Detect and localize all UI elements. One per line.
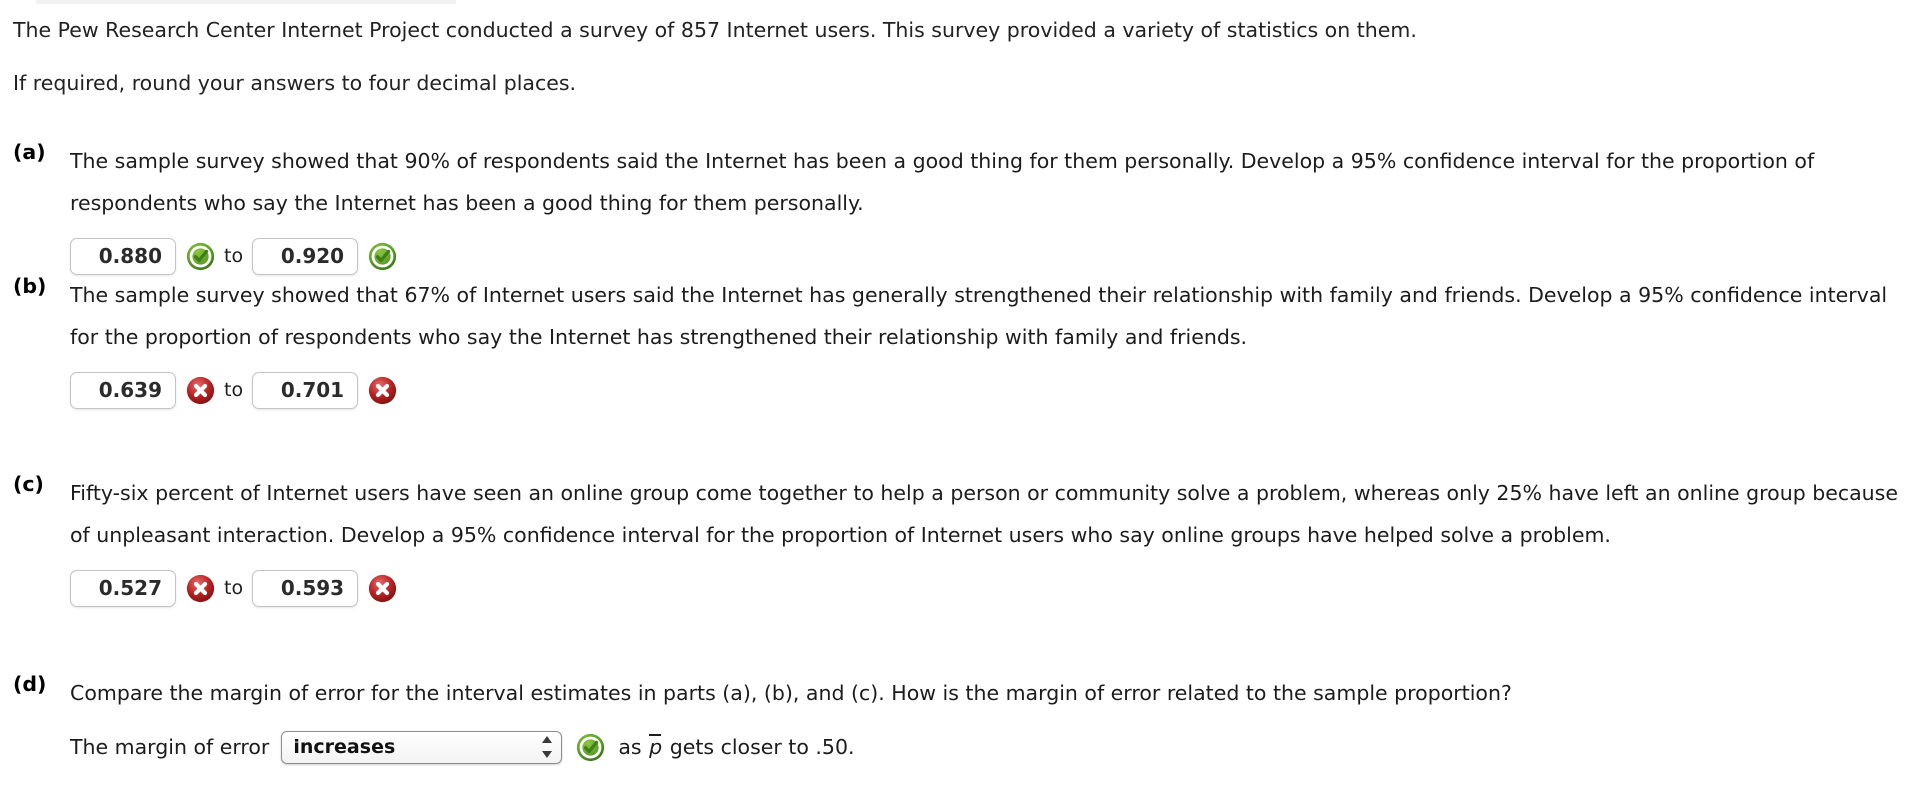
- stepper-arrows-icon[interactable]: [541, 736, 552, 758]
- part-a-range-separator: to: [224, 245, 244, 267]
- incorrect-icon: [186, 376, 215, 405]
- incorrect-icon: [368, 574, 397, 603]
- part-c-lower-bound-input[interactable]: 0.527: [70, 569, 176, 607]
- part-b-range-separator: to: [224, 379, 244, 401]
- top-divider-strip: [36, 0, 456, 4]
- part-c-answer-row: 0.527 to 0.593: [70, 566, 1908, 610]
- incorrect-icon: [368, 376, 397, 405]
- intro-line-2: If required, round your answers to four …: [13, 71, 577, 95]
- margin-of-error-select[interactable]: increases: [281, 730, 563, 764]
- part-d-label: (d): [13, 672, 47, 696]
- part-b-text: The sample survey showed that 67% of Int…: [70, 283, 1888, 349]
- part-d-tail-prefix: as: [618, 735, 642, 759]
- correct-icon: [368, 242, 397, 271]
- part-a-upper-bound-input[interactable]: 0.920: [252, 237, 359, 275]
- part-c-label: (c): [13, 472, 44, 496]
- part-d-text: Compare the margin of error for the inte…: [70, 681, 1512, 705]
- chevron-down-icon: [541, 751, 552, 758]
- part-a-label: (a): [13, 140, 46, 164]
- part-c-text: Fifty-six percent of Internet users have…: [70, 481, 1898, 547]
- part-c-upper-bound-input[interactable]: 0.593: [252, 569, 359, 607]
- part-a-text: The sample survey showed that 90% of res…: [70, 149, 1815, 215]
- part-a-lower-bound-input[interactable]: 0.880: [70, 237, 176, 275]
- part-b-label: (b): [13, 274, 47, 298]
- part-b-answer-row: 0.639 to 0.701: [70, 368, 1908, 412]
- incorrect-icon: [186, 574, 215, 603]
- correct-icon: [186, 242, 215, 271]
- chevron-up-icon: [541, 736, 552, 743]
- part-d-answer-row: The margin of error increases as p gets …: [70, 726, 1908, 768]
- part-b-upper-bound-input[interactable]: 0.701: [252, 371, 359, 409]
- question-part-a: (a) The sample survey showed that 90% of…: [13, 140, 1908, 278]
- part-b-lower-bound-input[interactable]: 0.639: [70, 371, 176, 409]
- question-part-d: (d) Compare the margin of error for the …: [13, 672, 1908, 768]
- question-part-c: (c) Fifty-six percent of Internet users …: [13, 472, 1908, 610]
- p-bar-symbol: p: [649, 735, 663, 759]
- correct-icon: [576, 733, 605, 762]
- part-a-answer-row: 0.880 to 0.920: [70, 234, 1908, 278]
- part-c-range-separator: to: [224, 577, 244, 599]
- part-d-prompt-prefix: The margin of error: [70, 735, 270, 759]
- part-d-tail-suffix: gets closer to .50.: [669, 735, 855, 759]
- part-d-tail-text: as p gets closer to .50.: [618, 735, 854, 759]
- question-part-b: (b) The sample survey showed that 67% of…: [13, 274, 1908, 412]
- intro-line-1: The Pew Research Center Internet Project…: [13, 18, 1417, 42]
- margin-of-error-select-value: increases: [293, 736, 396, 758]
